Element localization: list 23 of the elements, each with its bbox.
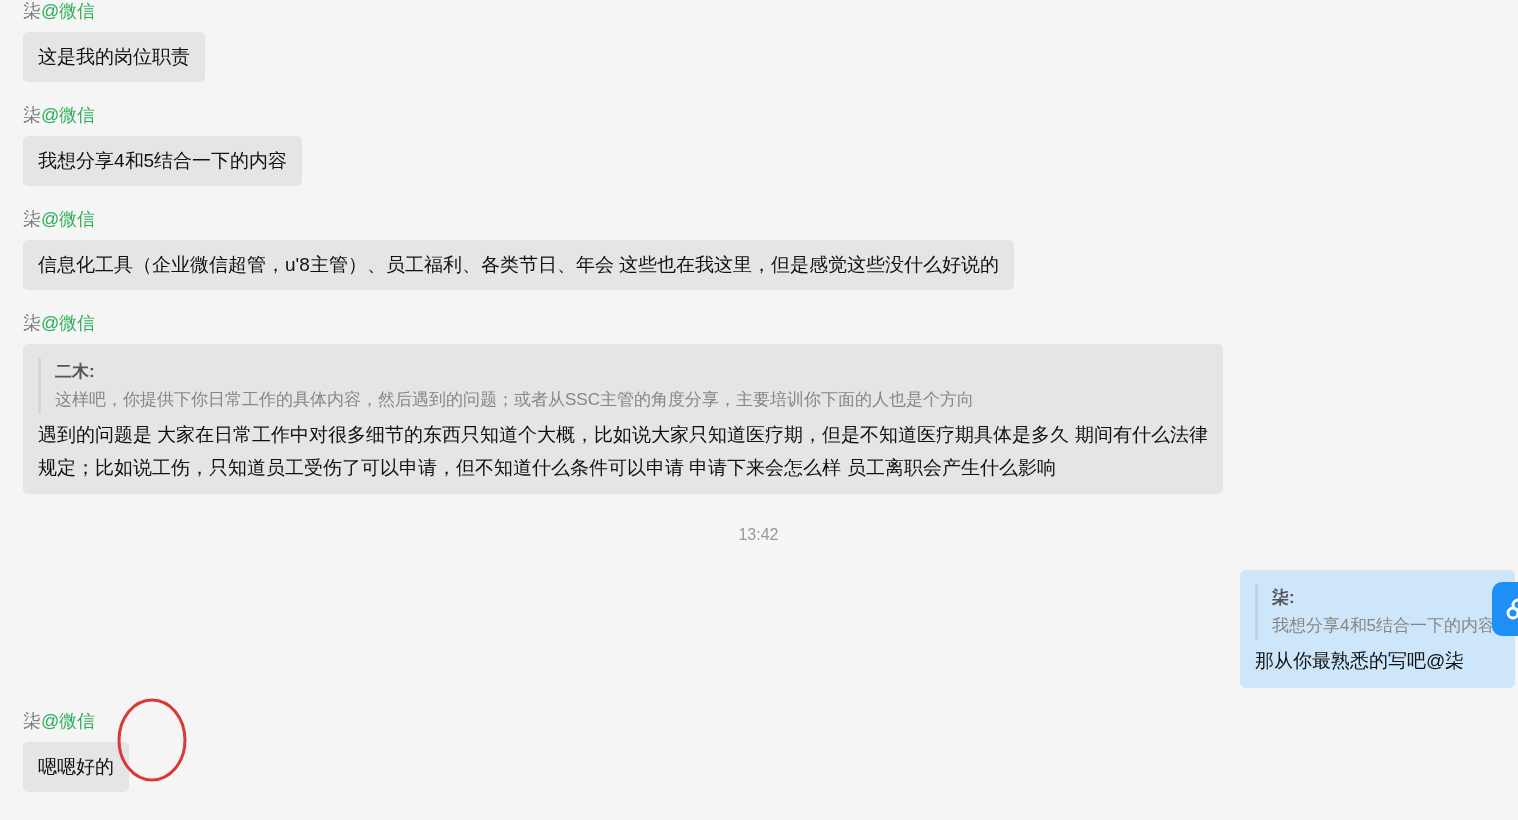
timestamp: 13:42 (738, 526, 779, 544)
message-bubble: 信息化工具（企业微信超管，u'8主管）、员工福利、各类节日、年会 这些也在我这里，但是感觉这些没什么好说的 (23, 240, 1015, 290)
quoted-message[interactable]: 二木: 这样吧，你提供下你日常工作的具体内容，然后遇到的问题；或者从SSC主管的角度分享，主要培训你下面的人也是个方向 (38, 358, 1208, 414)
sender-name: 柒 (23, 710, 41, 732)
message-bubble: 这是我的岗位职责 (23, 32, 205, 82)
sender-source: @微信 (41, 0, 96, 22)
message-text: 遇到的问题是 大家在日常工作中对很多细节的东西只知道个大概，比如说大家只知道医疗期，但是不知道医疗期具体是多久 期间有什么法律规定；比如说工伤，只知道员工受伤了可以申请，但不知道什么条件可以申请 申请下来会怎么样 员工离职会产生什么影响 (38, 424, 1208, 478)
sender-name: 柒 (23, 312, 41, 334)
link-icon (1506, 598, 1518, 620)
message-bubble: 嗯嗯好的 (23, 742, 129, 792)
sender-source: @微信 (41, 208, 96, 230)
quote-author: 二木: (55, 361, 95, 383)
message-text: 那从你最熟悉的写吧@柒 (1255, 649, 1465, 673)
sender-name: 柒 (23, 208, 41, 230)
sender-source: @微信 (41, 104, 96, 126)
message-bubble: 我想分享4和5结合一下的内容 (23, 136, 303, 186)
quote-text: 这样吧，你提供下你日常工作的具体内容，然后遇到的问题；或者从SSC主管的角度分享，主要培训你下面的人也是个方向 (55, 389, 974, 411)
sender-name: 柒 (23, 104, 41, 126)
sender-name: 柒 (23, 0, 41, 22)
sender-source: @微信 (41, 710, 96, 732)
quote-author: 柒: (1272, 587, 1295, 609)
sender-source: @微信 (41, 312, 96, 334)
floating-share-button[interactable] (1492, 582, 1518, 636)
